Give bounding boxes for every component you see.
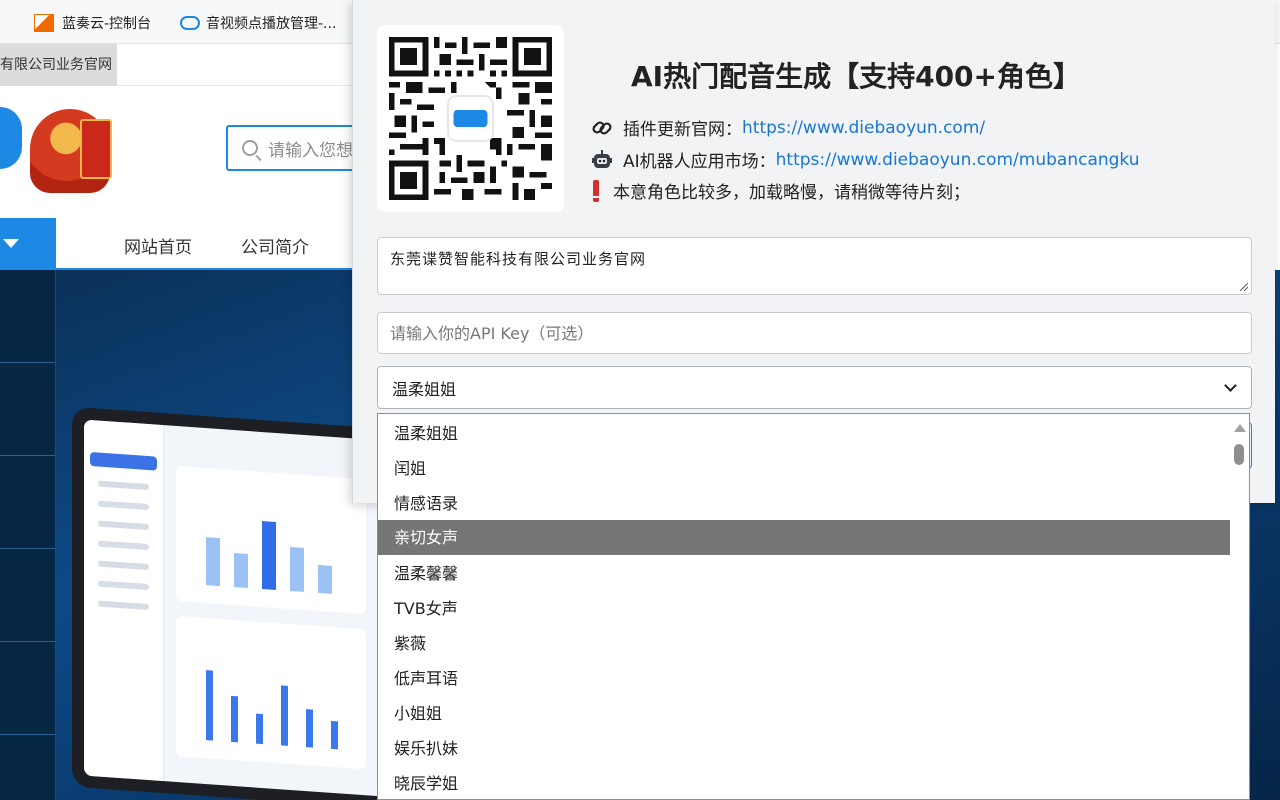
site-search-input[interactable]: 请输入您想 [226, 125, 366, 171]
plugin-site-row: 插件更新官网： https://www.diebaoyun.com/ [591, 115, 985, 140]
voice-option[interactable]: 紫薇 [378, 626, 1231, 661]
voice-option[interactable]: 低声耳语 [378, 661, 1231, 696]
bookmark-label: 蓝奏云-控制台 [62, 16, 152, 32]
company-tab[interactable]: 有限公司业务官网 [0, 44, 117, 86]
plugin-site-link[interactable]: https://www.diebaoyun.com/ [742, 118, 985, 138]
loading-note-text: 本意角色比较多，加载略慢，请稍微等待片刻； [613, 183, 970, 203]
app-market-label: AI机器人应用市场： [623, 152, 776, 172]
voice-option[interactable]: TVB女声 [378, 591, 1231, 626]
voice-option[interactable]: 温柔馨馨 [378, 556, 1231, 591]
link-chain-icon [592, 120, 612, 135]
snake-mascot-image [30, 109, 112, 193]
voice-option[interactable]: 娱乐扒妹 [378, 731, 1231, 766]
hero-side-menu [0, 270, 56, 800]
chevron-down-icon [1224, 378, 1237, 392]
search-icon [242, 140, 258, 156]
nav-about-link[interactable]: 公司简介 [241, 233, 309, 258]
voice-options-list: 温柔姐姐 闰姐 情感语录 亲切女声 温柔馨馨 TVB女声 紫薇 低声耳语 小姐姐… [377, 413, 1250, 800]
lanzou-icon [34, 14, 54, 32]
qr-code-card [377, 25, 564, 212]
voice-option[interactable]: 小姐姐 [378, 696, 1231, 731]
scroll-up-arrow-icon[interactable] [1234, 424, 1246, 432]
voice-option[interactable]: 情感语录 [378, 486, 1231, 521]
site-logo[interactable] [0, 107, 22, 169]
site-topbar: 有限公司业务官网 [0, 44, 352, 86]
site-header: 请输入您想 [0, 87, 366, 218]
popup-title: AI热门配音生成【支持400+角色】 [631, 60, 1081, 93]
dropdown-scrollbar[interactable] [1230, 414, 1249, 799]
voice-select-value: 温柔姐姐 [392, 379, 457, 399]
bookmark-label: 音视频点播放管理-... [206, 16, 337, 32]
bookmark-lanzou[interactable]: 蓝奏云-控制台 [34, 13, 151, 33]
plugin-site-label: 插件更新官网： [623, 120, 742, 140]
api-key-input[interactable] [377, 312, 1252, 354]
app-market-link[interactable]: https://www.diebaoyun.com/mubancangku [776, 150, 1140, 170]
voice-select[interactable]: 温柔姐姐 [377, 366, 1252, 409]
exclamation-icon [593, 179, 599, 202]
scrollbar-thumb[interactable] [1234, 444, 1244, 465]
robot-icon [592, 149, 612, 168]
loading-note-row: 本意角色比较多，加载略慢，请稍微等待片刻； [591, 178, 970, 203]
voice-option[interactable]: 晓辰学姐 [378, 766, 1231, 799]
site-navbar: 网站首页 公司简介 [0, 218, 352, 270]
qr-code-image [389, 37, 552, 200]
text-to-speak-textarea[interactable]: 东莞谍赞智能科技有限公司业务官网 [377, 237, 1252, 295]
cloud-icon [180, 16, 200, 30]
voice-option[interactable]: 温柔姐姐 [378, 416, 1231, 451]
nav-dropdown-button[interactable] [0, 218, 56, 270]
app-market-row: AI机器人应用市场： https://www.diebaoyun.com/mub… [591, 147, 1140, 172]
voice-option-highlighted[interactable]: 亲切女声 [378, 520, 1231, 555]
search-placeholder: 请输入您想 [268, 140, 353, 161]
nav-home-link[interactable]: 网站首页 [124, 233, 192, 258]
bookmark-vod-manager[interactable]: 音视频点播放管理-... [180, 13, 336, 33]
voice-option[interactable]: 闰姐 [378, 451, 1231, 486]
